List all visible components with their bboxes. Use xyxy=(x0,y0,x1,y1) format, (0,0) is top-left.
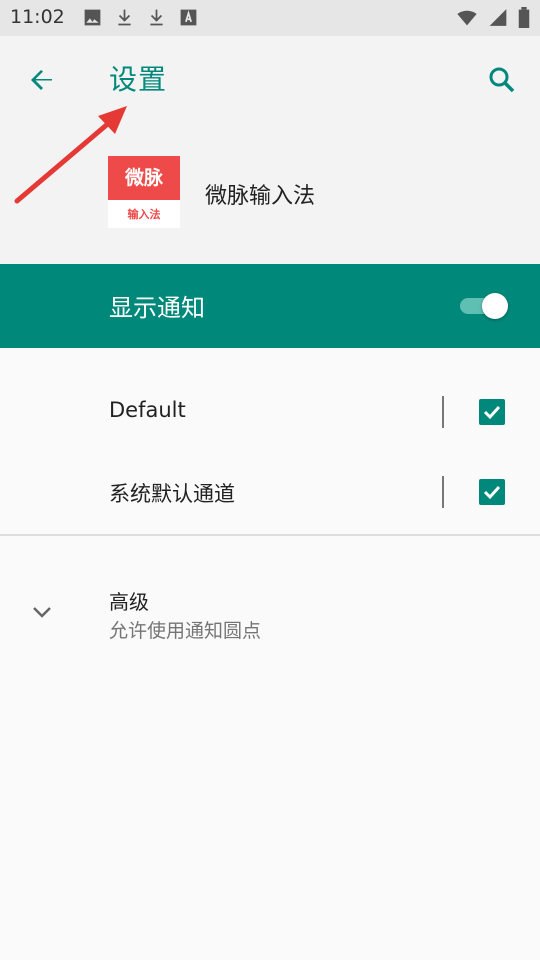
channel-checkbox[interactable] xyxy=(479,399,505,425)
back-button[interactable] xyxy=(22,60,62,100)
advanced-row[interactable]: 高级 允许使用通知圆点 xyxy=(0,572,540,652)
arrow-back-icon xyxy=(31,70,52,90)
logo-text-bottom: 输入法 xyxy=(127,208,161,221)
channel-row-system-default[interactable]: 系统默认通道 xyxy=(0,452,540,532)
show-notifications-label: 显示通知 xyxy=(109,294,205,322)
search-button[interactable] xyxy=(482,60,522,100)
app-logo: 微脉 输入法 xyxy=(108,156,180,228)
channel-label: 系统默认通道 xyxy=(109,482,235,506)
battery-icon xyxy=(518,7,530,32)
status-time: 11:02 xyxy=(10,6,65,28)
vertical-divider xyxy=(442,476,444,508)
page-title: 设置 xyxy=(109,63,168,96)
vertical-divider xyxy=(442,396,444,428)
expand-more-icon xyxy=(30,600,54,624)
logo-text-top: 微脉 xyxy=(108,156,180,200)
check-icon xyxy=(483,485,501,500)
advanced-title: 高级 xyxy=(109,590,149,614)
download-icon xyxy=(146,7,167,28)
show-notifications-row[interactable]: 显示通知 xyxy=(0,264,540,348)
signal-icon xyxy=(488,7,508,32)
keyboard-a-icon xyxy=(178,7,199,28)
app-header: 设置 微脉 输入法 微脉输入法 xyxy=(0,36,540,264)
check-icon xyxy=(483,405,501,420)
search-icon xyxy=(489,67,515,93)
channel-row-default[interactable]: Default xyxy=(0,372,540,452)
show-notifications-toggle[interactable] xyxy=(460,293,508,319)
notification-icons xyxy=(82,7,199,28)
toggle-thumb xyxy=(482,293,508,319)
download-icon xyxy=(114,7,135,28)
section-divider xyxy=(0,534,540,536)
advanced-summary: 允许使用通知圆点 xyxy=(109,620,262,642)
image-icon xyxy=(82,7,103,28)
app-name: 微脉输入法 xyxy=(205,184,316,209)
wifi-icon xyxy=(456,7,478,32)
system-icons xyxy=(456,7,530,32)
channel-checkbox[interactable] xyxy=(479,479,505,505)
status-bar: 11:02 xyxy=(0,0,540,36)
channel-label: Default xyxy=(109,398,186,422)
